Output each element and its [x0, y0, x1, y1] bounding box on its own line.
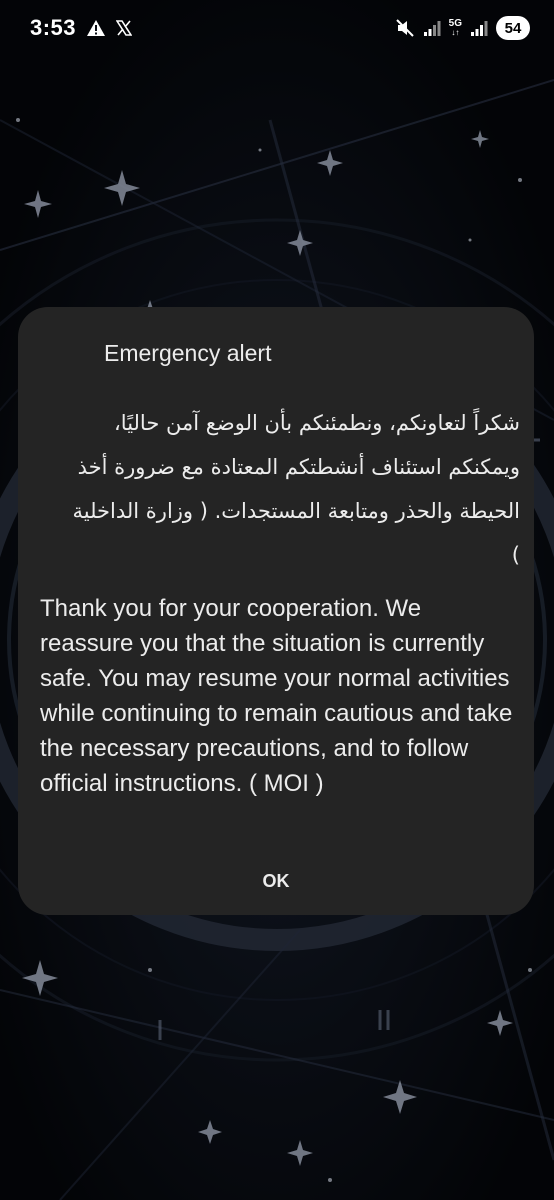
muted-icon [395, 19, 414, 37]
battery-indicator: 54 [496, 16, 530, 40]
clock: 3:53 [30, 15, 77, 40]
network-type: 5G ↓↑ [449, 19, 462, 37]
ok-button[interactable]: OK [240, 861, 312, 901]
signal-icon [423, 21, 441, 36]
signal-icon-2 [471, 21, 488, 36]
status-right: 5G ↓↑ 54 [395, 16, 530, 40]
data-arrows-icon: ↓↑ [451, 28, 460, 37]
status-left: 3:53 [30, 15, 133, 41]
arabic-message: شكراً لتعاونكم، ونطمئنكم بأن الوضع آمن ح… [72, 411, 521, 567]
emergency-alert-dialog: Emergency alert شكراً لتعاونكم، ونطمئنكم… [18, 307, 534, 915]
dialog-title: Emergency alert [104, 340, 272, 366]
warning-icon [87, 20, 106, 36]
x-logo-icon [116, 20, 133, 36]
english-message: Thank you for your cooperation. We reass… [40, 595, 513, 797]
status-bar: 3:53 5G ↓↑ 54 [0, 0, 554, 56]
